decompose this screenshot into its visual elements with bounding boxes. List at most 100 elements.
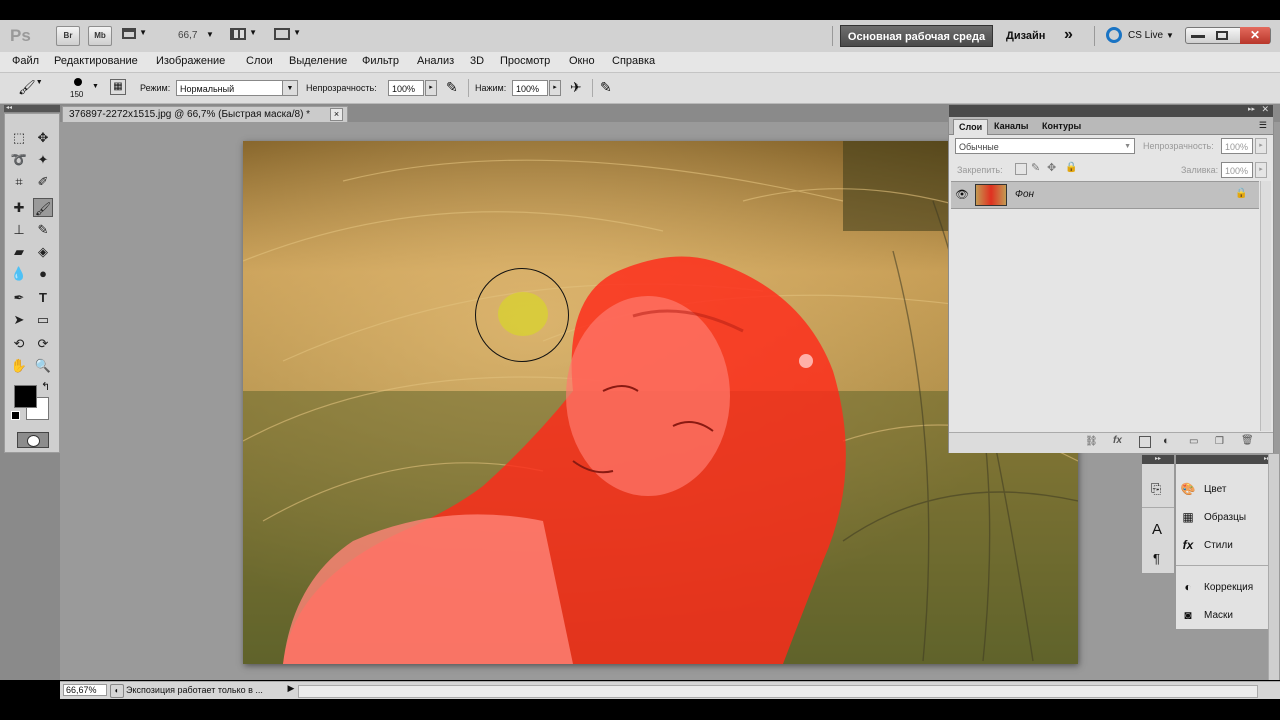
zoom-dropdown-icon[interactable]: ▼ (206, 30, 214, 39)
chevron-down-icon[interactable]: ▼ (1166, 31, 1174, 40)
layer-row[interactable]: 👁 Фон 🔒 (951, 181, 1259, 209)
default-colors-icon[interactable] (11, 411, 20, 420)
layer-style-icon[interactable]: fx (1113, 435, 1122, 446)
zoom-level-field[interactable]: 66,7 (178, 30, 197, 41)
document-tab[interactable]: 376897-2272x1515.jpg @ 66,7% (Быстрая ма… (62, 106, 348, 122)
link-layers-icon[interactable]: ⛓ (1085, 436, 1098, 447)
layers-scrollbar[interactable] (1260, 181, 1271, 431)
layer-opacity-arrow[interactable]: ▸ (1255, 138, 1267, 154)
flow-field[interactable]: 100% (512, 80, 548, 96)
layer-blend-mode-select[interactable]: Обычные ▼ (955, 138, 1135, 154)
history-brush-tool-icon[interactable]: ✎ (33, 220, 53, 239)
status-menu-arrow-icon[interactable]: ▶ (286, 683, 296, 697)
minimize-icon[interactable] (1191, 35, 1205, 38)
horizontal-scrollbar[interactable] (298, 685, 1258, 698)
menu-image[interactable]: Изображение (156, 55, 225, 67)
restore-icon[interactable] (1216, 31, 1228, 40)
fill-arrow[interactable]: ▸ (1255, 162, 1267, 178)
dock-item-swatches[interactable]: ▦ Образцы (1180, 507, 1272, 529)
character-panel-icon[interactable]: A (1152, 521, 1162, 538)
minibridge-button[interactable]: Mb (88, 26, 112, 46)
dock-item-masks[interactable]: ◙ Маски (1180, 605, 1272, 627)
screen-mode-button[interactable]: ▼ (274, 28, 304, 42)
tab-paths[interactable]: Контуры (1037, 119, 1086, 134)
panel-menu-icon[interactable]: ☰ (1259, 120, 1267, 131)
menu-layers[interactable]: Слои (246, 55, 273, 67)
quick-mask-button[interactable] (17, 432, 49, 448)
menu-select[interactable]: Выделение (289, 55, 347, 67)
layer-name[interactable]: Фон (1015, 189, 1034, 200)
3d-rotate-tool-icon[interactable]: ⟲ (9, 334, 29, 353)
dock-item-color[interactable]: 🎨 Цвет (1180, 479, 1272, 501)
tab-layers[interactable]: Слои (953, 119, 989, 135)
workspace-design-button[interactable]: Дизайн (1006, 30, 1045, 42)
tool-preset-picker[interactable]: 🖌▼ (18, 79, 54, 97)
menu-3d[interactable]: 3D (470, 55, 484, 67)
collapse-dock-icon[interactable]: ▸▸ (1176, 455, 1274, 464)
magic-wand-tool-icon[interactable]: ✦ (33, 150, 53, 169)
lock-all-icon[interactable]: 🔒 (1065, 162, 1077, 173)
lock-transparency-icon[interactable] (1015, 163, 1027, 175)
paint-bucket-tool-icon[interactable]: ◈ (33, 242, 53, 261)
close-document-icon[interactable]: × (330, 108, 343, 121)
dock-item-adjustments[interactable]: ◐ Коррекция (1180, 577, 1272, 599)
lock-image-icon[interactable]: ✎ (1031, 161, 1040, 174)
paragraph-panel-icon[interactable]: ¶ (1153, 551, 1160, 566)
rectangle-tool-icon[interactable]: ▭ (33, 310, 53, 329)
tab-channels[interactable]: Каналы (989, 119, 1033, 134)
3d-orbit-tool-icon[interactable]: ⟳ (33, 334, 53, 353)
opacity-slider-arrow[interactable]: ▸ (425, 80, 437, 96)
new-layer-icon[interactable]: ❐ (1215, 436, 1224, 447)
adjustment-layer-icon[interactable]: ◐ (1163, 435, 1170, 447)
layer-opacity-field[interactable]: 100% (1221, 138, 1253, 154)
type-tool-icon[interactable]: T (33, 288, 53, 307)
bridge-button[interactable]: Br (56, 26, 80, 46)
fill-field[interactable]: 100% (1221, 162, 1253, 178)
status-zoom-field[interactable]: 66,67% (63, 684, 107, 696)
toolbox-collapse-icon[interactable]: ◂◂ (4, 105, 60, 112)
move-tool-icon[interactable]: ✥ (33, 128, 53, 147)
eye-icon[interactable]: 👁 (955, 188, 969, 201)
tablet-size-icon[interactable]: ✎ (600, 79, 612, 96)
close-panel-icon[interactable]: ✕ (1261, 104, 1269, 115)
hand-tool-icon[interactable]: ✋ (9, 356, 29, 375)
crop-tool-icon[interactable]: ⌗ (9, 172, 29, 191)
brush-tool-icon[interactable]: 🖌 (33, 198, 53, 217)
menu-help[interactable]: Справка (612, 55, 655, 67)
brush-panel-toggle-icon[interactable]: ▦ (110, 79, 126, 95)
menu-filter[interactable]: Фильтр (362, 55, 399, 67)
add-mask-icon[interactable] (1139, 436, 1151, 448)
delete-layer-icon[interactable]: 🗑 (1241, 435, 1254, 446)
menu-window[interactable]: Окно (569, 55, 595, 67)
swap-colors-icon[interactable]: ↰ (41, 380, 50, 393)
foreground-color-swatch-top[interactable] (14, 385, 37, 408)
pen-tool-icon[interactable]: ✒ (9, 288, 29, 307)
marquee-tool-icon[interactable]: ⬚ (9, 128, 29, 147)
healing-brush-tool-icon[interactable]: ✚ (9, 198, 29, 217)
tablet-opacity-icon[interactable]: ✎ (446, 79, 458, 96)
path-selection-tool-icon[interactable]: ➤ (9, 310, 29, 329)
eyedropper-tool-icon[interactable]: ✐ (33, 172, 53, 191)
lasso-tool-icon[interactable]: ➰ (9, 150, 29, 169)
arrange-documents-button[interactable]: ▼ (230, 28, 260, 42)
brush-picker-dropdown[interactable]: ▼ (92, 83, 99, 90)
blur-tool-icon[interactable]: 💧 (9, 264, 29, 283)
workspace-essentials-button[interactable]: Основная рабочая среда (840, 25, 993, 47)
lock-position-icon[interactable]: ✥ (1047, 161, 1056, 174)
clone-stamp-tool-icon[interactable]: ⊥ (9, 220, 29, 239)
vertical-scrollbar[interactable] (1268, 454, 1279, 680)
collapse-panel-icon[interactable]: ▸▸ (1248, 105, 1255, 113)
cslive-button[interactable]: CS Live (1128, 30, 1163, 41)
menu-file[interactable]: Файл (12, 55, 39, 67)
close-window-icon[interactable]: ✕ (1240, 27, 1270, 44)
view-extras-button[interactable]: ▼ (122, 28, 152, 42)
flow-slider-arrow[interactable]: ▸ (549, 80, 561, 96)
zoom-tool-icon[interactable]: 🔍 (33, 356, 53, 375)
expand-dock-icon[interactable]: ▸▸ (1142, 455, 1174, 464)
new-group-icon[interactable]: ▭ (1189, 436, 1198, 447)
dodge-tool-icon[interactable]: ● (33, 264, 53, 283)
menu-edit[interactable]: Редактирование (54, 55, 138, 67)
menu-analysis[interactable]: Анализ (417, 55, 454, 67)
airbrush-icon[interactable]: ✈ (570, 79, 582, 96)
status-info-icon[interactable]: ◐ (110, 684, 124, 698)
